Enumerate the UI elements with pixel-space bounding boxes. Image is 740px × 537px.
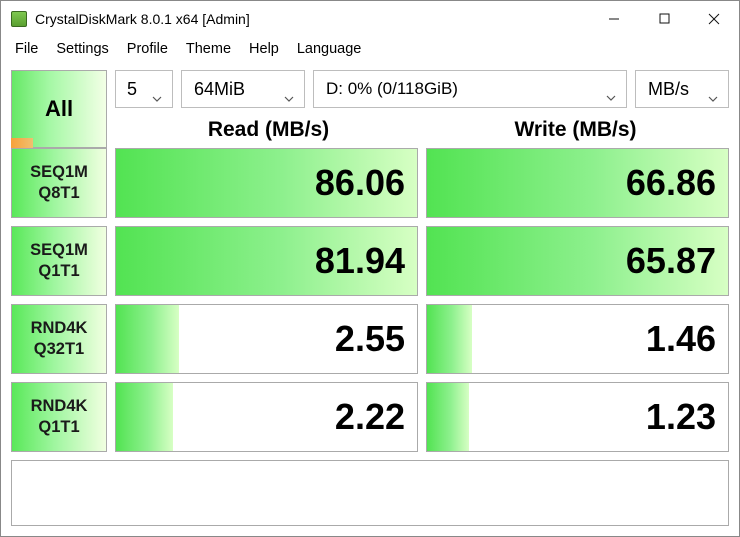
chevron-down-icon (606, 86, 616, 92)
write-cell: 66.86 (426, 148, 729, 218)
read-cell: 2.55 (115, 304, 418, 374)
chevron-down-icon (708, 86, 718, 92)
read-value: 2.22 (335, 396, 405, 438)
run-all-label: All (45, 96, 73, 122)
unit-value: MB/s (648, 79, 689, 100)
drive-value: D: 0% (0/118GiB) (326, 79, 458, 99)
read-cell: 81.94 (115, 226, 418, 296)
drive-select[interactable]: D: 0% (0/118GiB) (313, 70, 627, 108)
run-test-button[interactable]: SEQ1MQ1T1 (11, 226, 107, 296)
write-value: 1.46 (646, 318, 716, 360)
window-title: CrystalDiskMark 8.0.1 x64 [Admin] (35, 11, 589, 27)
app-icon (11, 11, 27, 27)
run-all-button[interactable]: All (11, 70, 107, 148)
menu-profile[interactable]: Profile (119, 39, 176, 59)
chevron-down-icon (152, 86, 162, 92)
menu-language[interactable]: Language (289, 39, 370, 59)
write-value: 66.86 (626, 162, 716, 204)
window-buttons (589, 1, 739, 36)
read-value: 81.94 (315, 240, 405, 282)
blocksize-select[interactable]: 64MiB (181, 70, 305, 108)
run-test-button[interactable]: RND4KQ32T1 (11, 304, 107, 374)
run-test-button[interactable]: SEQ1MQ8T1 (11, 148, 107, 218)
content-area: All 5 64MiB D: 0% (0/118GiB) (1, 62, 739, 536)
minimize-button[interactable] (589, 1, 639, 36)
menu-file[interactable]: File (7, 39, 46, 59)
read-bar (116, 305, 179, 373)
run-test-button[interactable]: RND4KQ1T1 (11, 382, 107, 452)
read-bar (116, 383, 173, 451)
read-cell: 86.06 (115, 148, 418, 218)
result-row: RND4KQ32T1 2.55 1.46 (11, 304, 729, 374)
minimize-icon (608, 13, 620, 25)
unit-select[interactable]: MB/s (635, 70, 729, 108)
write-cell: 1.46 (426, 304, 729, 374)
result-row: SEQ1MQ1T1 81.94 65.87 (11, 226, 729, 296)
menu-theme[interactable]: Theme (178, 39, 239, 59)
menubar: File Settings Profile Theme Help Languag… (1, 36, 739, 62)
maximize-button[interactable] (639, 1, 689, 36)
test-label-line2: Q8T1 (38, 183, 79, 204)
write-value: 65.87 (626, 240, 716, 282)
result-row: SEQ1MQ8T1 86.06 66.86 (11, 148, 729, 218)
maximize-icon (659, 13, 670, 24)
test-label-line2: Q1T1 (38, 417, 79, 438)
test-label-line1: SEQ1M (30, 162, 88, 183)
read-value: 86.06 (315, 162, 405, 204)
header-read: Read (MB/s) (115, 118, 422, 142)
read-value: 2.55 (335, 318, 405, 360)
header-write: Write (MB/s) (422, 118, 729, 142)
write-cell: 1.23 (426, 382, 729, 452)
status-area (11, 460, 729, 526)
close-icon (708, 13, 720, 25)
menu-help[interactable]: Help (241, 39, 287, 59)
titlebar: CrystalDiskMark 8.0.1 x64 [Admin] (1, 1, 739, 36)
test-label-line2: Q32T1 (34, 339, 84, 360)
test-label-line2: Q1T1 (38, 261, 79, 282)
menu-settings[interactable]: Settings (48, 39, 116, 59)
blocksize-value: 64MiB (194, 79, 245, 100)
write-cell: 65.87 (426, 226, 729, 296)
test-label-line1: RND4K (31, 318, 88, 339)
read-cell: 2.22 (115, 382, 418, 452)
close-button[interactable] (689, 1, 739, 36)
chevron-down-icon (284, 86, 294, 92)
app-window: CrystalDiskMark 8.0.1 x64 [Admin] File S… (0, 0, 740, 537)
write-bar (427, 305, 472, 373)
write-value: 1.23 (646, 396, 716, 438)
result-row: RND4KQ1T1 2.22 1.23 (11, 382, 729, 452)
test-label-line1: SEQ1M (30, 240, 88, 261)
test-label-line1: RND4K (31, 396, 88, 417)
runs-value: 5 (127, 79, 137, 100)
write-bar (427, 383, 469, 451)
runs-select[interactable]: 5 (115, 70, 173, 108)
